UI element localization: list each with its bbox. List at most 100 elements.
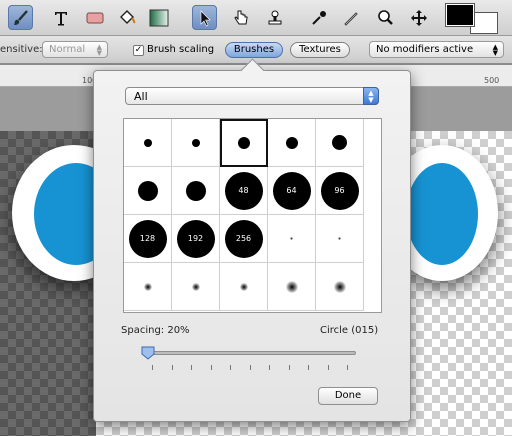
tool-bar	[0, 0, 512, 36]
move-tool[interactable]	[406, 5, 431, 30]
slider-tick	[269, 365, 270, 370]
brush-cell[interactable]	[268, 119, 316, 167]
brush-cell[interactable]	[316, 263, 364, 311]
stamp-icon	[268, 10, 281, 24]
modifiers-popup[interactable]: No modifiers active ▲ ▼	[369, 41, 504, 58]
gradient-icon	[149, 9, 168, 26]
brush-cell[interactable]: 96	[316, 167, 364, 215]
sensitive-popup[interactable]: Normal ▲ ▼	[42, 41, 108, 58]
background-color-swatch[interactable]	[470, 12, 498, 34]
brush-scaling-checkbox[interactable]: ✓	[133, 45, 144, 56]
brushes-tab[interactable]: Brushes	[225, 42, 283, 58]
spacing-slider-track[interactable]	[144, 351, 356, 355]
slider-tick	[327, 365, 329, 370]
brush-size-label: 128	[139, 234, 156, 243]
eyedropper-tool[interactable]	[306, 5, 331, 30]
modifiers-value: No modifiers active	[376, 44, 474, 55]
zoom-tool[interactable]	[372, 5, 397, 30]
gradient-tool[interactable]	[146, 5, 171, 30]
brushes-tab-label: Brushes	[233, 44, 275, 55]
brush-cell[interactable]: 256	[220, 215, 268, 263]
brush-preview-icon	[285, 136, 298, 149]
brush-size-label: 96	[334, 186, 345, 195]
select-tool[interactable]	[192, 5, 217, 30]
slider-tick	[191, 365, 192, 370]
done-button-label: Done	[334, 390, 362, 401]
brush-cell[interactable]	[124, 119, 172, 167]
brush-cell[interactable]	[316, 119, 364, 167]
brush-cell[interactable]: 64	[268, 167, 316, 215]
sensitive-value: Normal	[49, 44, 86, 55]
brush-cell[interactable]	[316, 215, 364, 263]
brush-size-label: 192	[187, 234, 204, 243]
brush-preview-icon: 256	[224, 219, 263, 258]
slider-tick	[308, 365, 309, 370]
brush-preview-icon	[332, 135, 347, 150]
brush-cell[interactable]	[172, 119, 220, 167]
brush-cell[interactable]	[268, 215, 316, 263]
brush-cell[interactable]	[220, 119, 268, 167]
slider-tick	[288, 365, 290, 370]
select-arrows-icon: ▲ ▼	[363, 87, 379, 105]
brush-preview-icon	[338, 237, 341, 240]
brush-scaling-label: Brush scaling	[147, 44, 215, 55]
brush-cell[interactable]	[268, 263, 316, 311]
brush-preview-icon	[191, 282, 200, 291]
popup-arrows-icon: ▲ ▼	[492, 43, 498, 57]
hand-tool[interactable]	[228, 5, 253, 30]
ruler-label-right: 500	[484, 76, 500, 85]
brush-preview-icon: 128	[128, 219, 167, 258]
textures-tab-label: Textures	[299, 44, 341, 55]
brush-preview-icon: 48	[224, 171, 263, 210]
brush-cell[interactable]	[172, 167, 220, 215]
brush-name-label: Circle (015)	[320, 325, 379, 336]
paint-bucket-icon	[119, 9, 135, 24]
brush-preview-icon: 96	[320, 171, 359, 210]
brush-cell[interactable]: 128	[124, 215, 172, 263]
brush-preview-icon	[191, 138, 200, 147]
brush-cell[interactable]: 48	[220, 167, 268, 215]
pen-icon	[343, 11, 358, 26]
slider-tick	[249, 365, 251, 370]
brush-grid: 486496128192256 ▲ ▼	[123, 118, 382, 313]
right-blue-circle	[406, 163, 478, 265]
brush-preview-icon	[238, 137, 250, 149]
slider-tick	[152, 365, 153, 370]
brush-preview-icon	[333, 280, 346, 293]
brush-cell[interactable]	[124, 263, 172, 311]
textures-tab[interactable]: Textures	[290, 42, 350, 58]
brush-preview-icon	[185, 180, 206, 201]
sensitive-label: ensitive:	[0, 44, 43, 55]
text-tool[interactable]	[48, 5, 73, 30]
magnifier-icon	[377, 9, 393, 25]
brush-category-select[interactable]: All ▲ ▼	[125, 87, 379, 105]
brush-preview-icon: 192	[176, 219, 215, 258]
paint-bucket-tool[interactable]	[114, 5, 139, 30]
brush-cell[interactable]: 192	[172, 215, 220, 263]
text-icon	[54, 11, 67, 25]
eraser-tool[interactable]	[82, 5, 107, 30]
pen-tool[interactable]	[338, 5, 363, 30]
options-bar: ensitive: Normal ▲ ▼ ✓ Brush scaling Brus…	[0, 36, 512, 64]
done-button[interactable]: Done	[318, 387, 378, 405]
slider-tick	[230, 365, 231, 370]
select-arrow-icon	[200, 9, 211, 26]
eraser-icon	[86, 12, 103, 23]
brush-preview-icon	[239, 282, 248, 291]
foreground-color-swatch[interactable]	[445, 3, 475, 27]
brush-preview-icon	[143, 138, 152, 147]
brush-cell[interactable]	[124, 167, 172, 215]
brush-preview-icon	[137, 180, 158, 201]
eyedropper-icon	[311, 10, 326, 25]
spacing-slider-knob[interactable]	[141, 346, 155, 360]
brush-cell[interactable]	[172, 263, 220, 311]
brush-size-label: 48	[238, 186, 249, 195]
stamp-tool[interactable]	[262, 5, 287, 30]
brush-cell[interactable]	[220, 263, 268, 311]
brush-preview-icon: 64	[272, 171, 311, 210]
brush-size-label: 64	[286, 186, 297, 195]
brush-tool[interactable]	[8, 5, 33, 30]
slider-tick	[347, 365, 348, 370]
move-icon	[410, 9, 427, 26]
popup-arrows-icon: ▲ ▼	[96, 43, 102, 57]
